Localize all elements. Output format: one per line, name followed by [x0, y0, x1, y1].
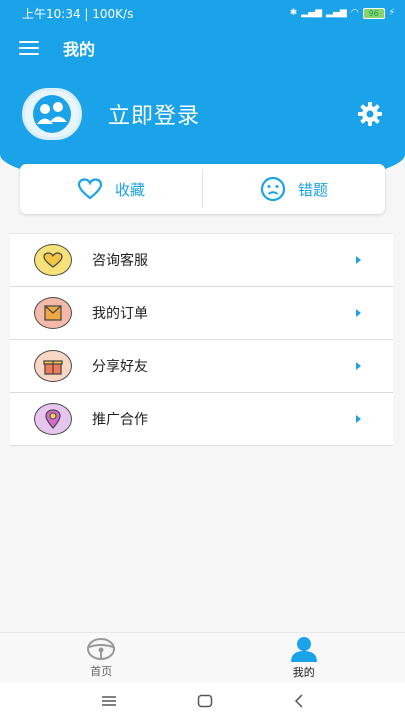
steering-wheel-icon: [87, 637, 116, 660]
person-icon: [290, 636, 317, 662]
chevron-right-icon: [356, 362, 361, 370]
chevron-right-icon: [356, 415, 361, 423]
menu-icon[interactable]: [19, 41, 39, 55]
envelope-icon: [34, 297, 72, 329]
sad-face-icon: [260, 176, 286, 202]
menu-item-label: 推广合作: [92, 412, 148, 428]
heart-icon: [77, 178, 103, 200]
home-nav-icon[interactable]: [197, 694, 213, 708]
app-bar: 我的: [0, 26, 405, 70]
charging-icon: ⚡: [388, 8, 395, 18]
login-button[interactable]: 立即登录: [108, 98, 200, 130]
heart-badge-icon: [34, 244, 72, 276]
avatar-icon: [33, 95, 71, 133]
tab-home-label: 首页: [90, 664, 113, 678]
mistakes-button[interactable]: 错题: [203, 164, 385, 214]
battery-icon: 96: [362, 7, 385, 19]
quick-actions-card: 收藏 错题: [20, 164, 385, 214]
menu-item-share[interactable]: 分享好友: [10, 340, 393, 393]
menu-item-promotion[interactable]: 推广合作: [10, 393, 393, 446]
gear-icon[interactable]: [357, 101, 383, 127]
wifi-icon: ◠: [350, 8, 359, 18]
menu-list: 咨询客服 我的订单 分享好友 推广合作: [10, 233, 393, 446]
favorites-label: 收藏: [114, 180, 145, 199]
status-bar: 上午10:34 | 100K/s ✱ ▂▄▆ ▂▄▆ ◠ 96 ⚡: [0, 0, 405, 26]
tab-mine[interactable]: 我的: [203, 633, 405, 682]
menu-item-orders[interactable]: 我的订单: [10, 287, 393, 340]
back-nav-icon[interactable]: [293, 694, 305, 708]
avatar[interactable]: [22, 88, 82, 140]
menu-item-label: 咨询客服: [92, 253, 148, 269]
favorites-button[interactable]: 收藏: [20, 164, 202, 214]
tab-home[interactable]: 首页: [0, 633, 203, 682]
tab-mine-label: 我的: [292, 665, 315, 679]
system-nav-bar: [0, 682, 405, 720]
menu-item-label: 我的订单: [92, 306, 148, 322]
signal-icon-2: ▂▄▆: [326, 8, 347, 18]
mistakes-label: 错题: [297, 180, 328, 199]
menu-item-label: 分享好友: [92, 359, 148, 375]
menu-item-customer-service[interactable]: 咨询客服: [10, 234, 393, 287]
location-pin-icon: [34, 403, 72, 435]
bluetooth-icon: ✱: [289, 8, 298, 18]
signal-icon: ▂▄▆: [301, 8, 323, 18]
page-title: 我的: [63, 40, 96, 59]
chevron-right-icon: [356, 309, 361, 317]
system-icons: ✱ ▂▄▆ ▂▄▆ ◠ 96 ⚡: [289, 7, 395, 19]
status-time: 上午10:34 | 100K/s: [22, 6, 134, 21]
chevron-right-icon: [356, 256, 361, 264]
gift-icon: [34, 350, 72, 382]
bottom-tab-bar: 首页 我的: [0, 632, 405, 682]
recent-apps-icon[interactable]: [101, 695, 117, 707]
